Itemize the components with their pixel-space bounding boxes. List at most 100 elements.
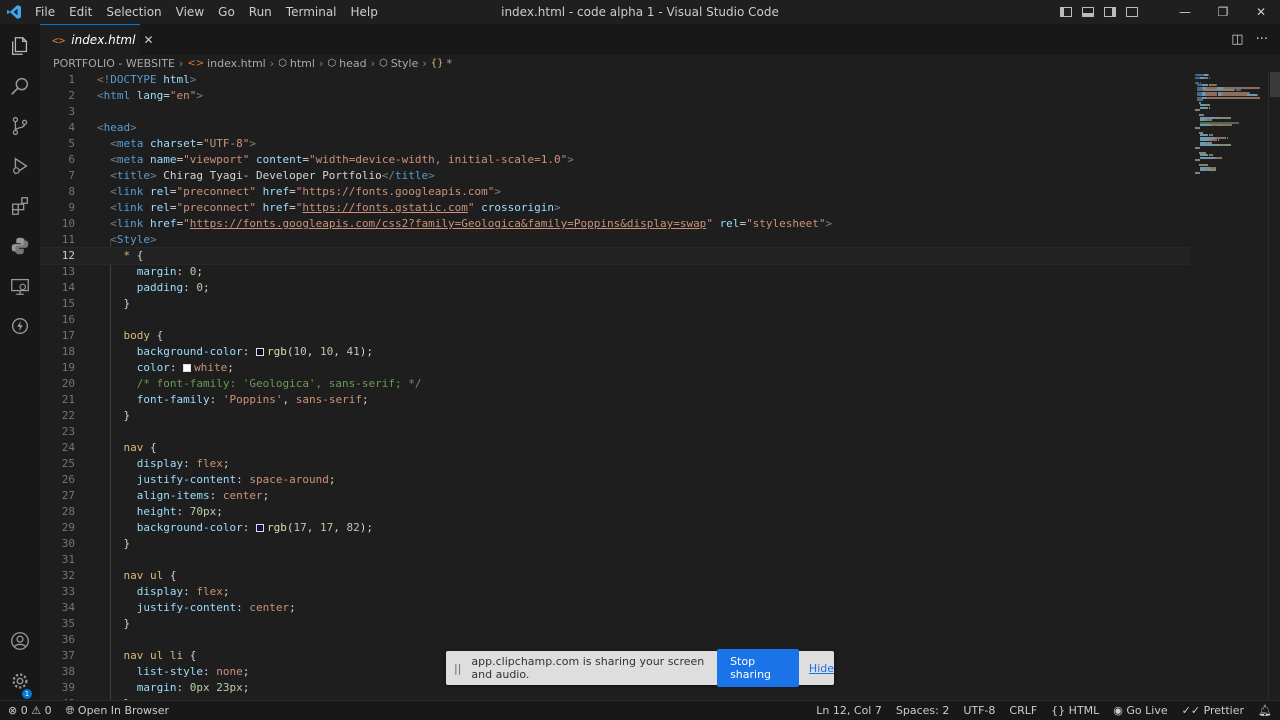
search-icon[interactable] (0, 66, 40, 106)
notifications-bell-icon[interactable]: 🔔︎ (1258, 704, 1272, 717)
code-line[interactable]: 32 nav ul { (40, 568, 1190, 584)
menu-selection[interactable]: Selection (99, 0, 168, 24)
code-line[interactable]: 15 } (40, 296, 1190, 312)
code-line[interactable]: 18 background-color: rgb(10, 10, 41); (40, 344, 1190, 360)
code-line[interactable]: 1 <!DOCTYPE html> (40, 72, 1190, 88)
maximize-button[interactable]: ❐ (1204, 0, 1242, 24)
double-check-icon: ✓✓ (1181, 704, 1201, 717)
code-line[interactable]: 30 } (40, 536, 1190, 552)
editor-scrollbar[interactable] (1268, 72, 1280, 700)
tab-close-button[interactable]: ✕ (143, 33, 153, 47)
code-line[interactable]: 4 <head> (40, 120, 1190, 136)
split-editor-icon[interactable]: ◫ (1231, 32, 1243, 47)
menu-go[interactable]: Go (211, 0, 242, 24)
code-line[interactable]: 19 color: white; (40, 360, 1190, 376)
indentation-status[interactable]: Spaces: 2 (896, 704, 949, 717)
code-line[interactable]: 7 <title> Chirag Tyagi- Developer Portfo… (40, 168, 1190, 184)
customize-layout-icon[interactable] (1126, 7, 1138, 17)
stop-sharing-button[interactable]: Stop sharing (717, 649, 799, 687)
minimap-line (1208, 76, 1210, 79)
code-line[interactable]: 31 (40, 552, 1190, 568)
hide-link[interactable]: Hide (809, 662, 834, 675)
code-line[interactable]: 23 (40, 424, 1190, 440)
code-line[interactable]: 11 <Style> (40, 232, 1190, 248)
code-line[interactable]: 24 nav { (40, 440, 1190, 456)
color-swatch[interactable] (255, 348, 264, 356)
color-swatch[interactable] (255, 524, 264, 532)
code-line[interactable]: 26 justify-content: space-around; (40, 472, 1190, 488)
remote-explorer-icon[interactable] (0, 266, 40, 306)
line-number: 17 (61, 329, 75, 342)
code-line[interactable]: 2 <html lang="en"> (40, 88, 1190, 104)
code-line[interactable]: 20 /* font-family: 'Geologica', sans-ser… (40, 376, 1190, 392)
code-line[interactable]: 5 <meta charset="UTF-8"> (40, 136, 1190, 152)
code-line[interactable]: 13 margin: 0; (40, 264, 1190, 280)
scrollbar-thumb[interactable] (1270, 72, 1280, 97)
code-line[interactable]: 34 justify-content: center; (40, 600, 1190, 616)
open-in-browser-button[interactable]: 🌐︎ Open In Browser (66, 704, 169, 718)
cursor-position[interactable]: Ln 12, Col 7 (816, 704, 882, 717)
prettier-status[interactable]: ✓✓ Prettier (1182, 704, 1244, 717)
language-mode[interactable]: {} HTML (1051, 704, 1099, 717)
code-line[interactable]: 14 padding: 0; (40, 280, 1190, 296)
menu-view[interactable]: View (169, 0, 211, 24)
line-code: body { (123, 329, 164, 342)
menu-help[interactable]: Help (344, 0, 385, 24)
code-line[interactable]: 29 background-color: rgb(17, 17, 82); (40, 520, 1190, 536)
code-line[interactable]: 25 display: flex; (40, 456, 1190, 472)
explorer-icon[interactable] (0, 26, 40, 66)
line-number: 27 (61, 489, 75, 502)
toggle-primary-sidebar-icon[interactable] (1060, 7, 1072, 17)
toggle-panel-icon[interactable] (1082, 7, 1094, 17)
code-line[interactable]: 3 (40, 104, 1190, 120)
problems-status[interactable]: ⊗ 0 ⚠ 0 (8, 704, 52, 717)
more-actions-icon[interactable]: ··· (1256, 32, 1268, 47)
code-line[interactable]: 21 font-family: 'Poppins', sans-serif; (40, 392, 1190, 408)
breadcrumb-head[interactable]: head (339, 57, 366, 70)
extensions-icon[interactable] (0, 186, 40, 226)
breadcrumb-rule[interactable]: * (446, 57, 452, 70)
code-line[interactable]: 9 <link rel="preconnect" href="https://f… (40, 200, 1190, 216)
minimize-button[interactable]: — (1166, 0, 1204, 24)
code-line[interactable]: 8 <link rel="preconnect" href="https://f… (40, 184, 1190, 200)
drag-handle-icon[interactable]: || (454, 662, 461, 675)
color-swatch[interactable] (183, 364, 192, 372)
code-line[interactable]: 35 } (40, 616, 1190, 632)
menu-file[interactable]: File (28, 0, 62, 24)
menu-terminal[interactable]: Terminal (279, 0, 344, 24)
tab-index-html[interactable]: <> index.html ✕ (40, 24, 154, 55)
menu-edit[interactable]: Edit (62, 0, 99, 24)
minimap[interactable] (1190, 72, 1268, 700)
encoding-status[interactable]: UTF-8 (963, 704, 995, 717)
live-share-icon[interactable] (0, 306, 40, 346)
settings-icon[interactable]: 1 (0, 661, 40, 701)
code-line[interactable]: 28 height: 70px; (40, 504, 1190, 520)
breadcrumb-style[interactable]: Style (391, 57, 419, 70)
code-line[interactable]: 6 <meta name="viewport" content="width=d… (40, 152, 1190, 168)
source-control-icon[interactable] (0, 106, 40, 146)
html-file-icon: <> (187, 58, 205, 69)
code-line[interactable]: 27 align-items: center; (40, 488, 1190, 504)
line-code: <title> Chirag Tyagi- Developer Portfoli… (110, 169, 435, 182)
toggle-secondary-sidebar-icon[interactable] (1104, 7, 1116, 17)
close-window-button[interactable]: ✕ (1242, 0, 1280, 24)
menu-run[interactable]: Run (242, 0, 279, 24)
breadcrumb-file[interactable]: index.html (207, 57, 266, 70)
account-icon[interactable] (0, 621, 40, 661)
code-editor[interactable]: 1 <!DOCTYPE html> 2 <html lang="en"> 3 4 <head… (40, 72, 1190, 700)
breadcrumb-folder[interactable]: PORTFOLIO - WEBSITE (53, 57, 175, 70)
eol-status[interactable]: CRLF (1009, 704, 1037, 717)
line-code: display: flex; (136, 585, 230, 598)
code-line[interactable]: 36 (40, 632, 1190, 648)
code-line[interactable]: 22 } (40, 408, 1190, 424)
code-line[interactable]: 33 display: flex; (40, 584, 1190, 600)
breadcrumb-html[interactable]: html (290, 57, 315, 70)
code-line[interactable]: 10 <link href="https://fonts.googleapis.… (40, 216, 1190, 232)
python-icon[interactable] (0, 226, 40, 266)
code-line[interactable]: 17 body { (40, 328, 1190, 344)
run-debug-icon[interactable] (0, 146, 40, 186)
code-line[interactable]: 12 * { (40, 247, 1190, 265)
code-line[interactable]: 16 (40, 312, 1190, 328)
go-live-button[interactable]: ◉ Go Live (1113, 704, 1167, 717)
warning-icon: ⚠ (31, 704, 42, 717)
